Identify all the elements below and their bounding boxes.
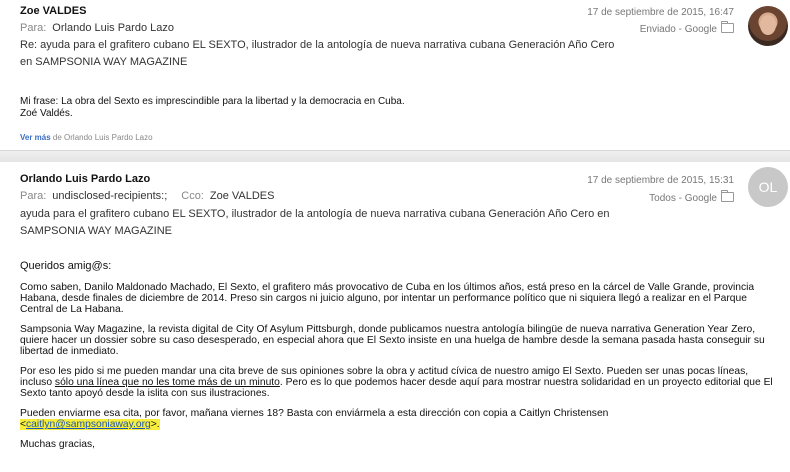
subject-line-2: SAMPSONIA WAY MAGAZINE xyxy=(20,225,172,237)
folder-icon xyxy=(721,21,734,33)
closing: Muchas gracias, xyxy=(20,439,95,450)
paragraph-3: Por eso les pido si me pueden mandar una… xyxy=(20,366,773,399)
highlighted-email: <caitlyn@sampsoniaway.org>. xyxy=(20,419,160,430)
see-more-suffix: de Orlando Luis Pardo Lazo xyxy=(50,133,153,142)
mailbox-name: Todos - Google xyxy=(649,193,717,204)
see-more-row: Ver más de Orlando Luis Pardo Lazo xyxy=(20,133,153,142)
email-link[interactable]: caitlyn@sampsoniaway.org xyxy=(26,419,151,430)
paragraph-1: Como saben, Danilo Maldonado Machado, El… xyxy=(20,282,755,315)
subject-line-1: ayuda para el grafitero cubano EL SEXTO,… xyxy=(20,208,610,220)
sender-name: Orlando Luis Pardo Lazo xyxy=(20,173,151,185)
email-subject: ayuda para el grafitero cubano EL SEXTO,… xyxy=(20,206,640,240)
sender-avatar-initials: OL xyxy=(748,167,788,207)
to-label: Para: xyxy=(20,190,47,202)
sender-avatar xyxy=(748,6,788,46)
body-line-2: Zoé Valdés. xyxy=(20,108,73,119)
email-date: 17 de septiembre de 2015, 15:31 xyxy=(587,175,734,186)
greeting: Queridos amig@s: xyxy=(20,260,112,272)
mailbox-name: Enviado - Google xyxy=(639,24,717,35)
paragraph-4: Pueden enviarme esa cita, por favor, mañ… xyxy=(20,408,609,430)
email-subject: Re: ayuda para el grafitero cubano EL SE… xyxy=(20,37,640,71)
see-more-link[interactable]: Ver más xyxy=(20,133,51,142)
email-body: Queridos amig@s: Como saben, Danilo Mald… xyxy=(20,261,780,450)
mailbox-label: Enviado - Google xyxy=(639,21,734,35)
email-date: 17 de septiembre de 2015, 16:47 xyxy=(587,7,734,18)
subject-line-2: en SAMPSONIA WAY MAGAZINE xyxy=(20,56,188,68)
email-message-zoe[interactable]: Zoe VALDES Para: Orlando Luis Pardo Lazo … xyxy=(0,0,790,150)
recipients-line: Para: undisclosed-recipients:; Cco: Zoe VAL… xyxy=(20,190,288,202)
to-recipient[interactable]: Orlando Luis Pardo Lazo xyxy=(52,22,174,34)
paragraph-2: Sampsonia Way Magazine, la revista digit… xyxy=(20,324,765,357)
bcc-recipient[interactable]: Zoe VALDES xyxy=(210,190,275,202)
folder-icon xyxy=(721,190,734,202)
recipients-line: Para: Orlando Luis Pardo Lazo xyxy=(20,22,188,34)
sender-name: Zoe VALDES xyxy=(20,5,87,17)
underlined-text: sólo una línea que no les tome más de un… xyxy=(54,377,280,388)
body-line-1: Mi frase: La obra del Sexto es imprescin… xyxy=(20,96,405,107)
email-message-orlando[interactable]: Orlando Luis Pardo Lazo Para: undisclosed… xyxy=(0,162,790,472)
mailbox-label: Todos - Google xyxy=(649,190,734,204)
to-label: Para: xyxy=(20,22,47,34)
to-recipient[interactable]: undisclosed-recipients:; xyxy=(52,190,167,202)
bcc-label: Cco: xyxy=(181,190,204,202)
email-body: Mi frase: La obra del Sexto es imprescin… xyxy=(20,96,405,120)
subject-line-1: Re: ayuda para el grafitero cubano EL SE… xyxy=(20,39,615,51)
